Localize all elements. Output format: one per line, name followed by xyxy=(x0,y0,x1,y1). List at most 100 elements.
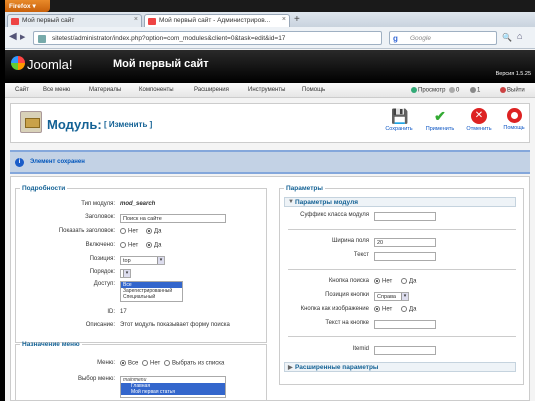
suffix-input[interactable] xyxy=(374,212,436,221)
button-text-input[interactable] xyxy=(374,320,436,329)
save-icon: 💾 xyxy=(391,108,409,124)
position-row: Позиция: top ▾ xyxy=(16,256,268,266)
menu-item-site[interactable]: Сайт xyxy=(15,87,29,93)
menus-all[interactable]: Все xyxy=(120,360,138,367)
menu-list-item[interactable]: Мой первая статья xyxy=(121,389,225,395)
image-button-no[interactable]: Нет xyxy=(374,306,392,313)
description-value: Этот модуль показывает форму поиска xyxy=(120,322,230,328)
browser-tab-1[interactable]: Мой первый сайт × xyxy=(7,14,142,27)
new-tab-button[interactable]: + xyxy=(294,14,300,25)
menu-item-components[interactable]: Компоненты xyxy=(139,87,174,93)
system-message: i Элемент сохранен xyxy=(10,150,530,174)
messages-count: 0 xyxy=(456,87,460,94)
parameters-legend: Параметры xyxy=(286,185,323,192)
button-position-label: Позиция кнопки xyxy=(325,292,369,298)
id-row: ID: 17 xyxy=(16,309,268,319)
page-subtitle: [ Изменить ] xyxy=(104,120,153,129)
show-title-row: Показать заголовок: Нет Да xyxy=(16,228,268,238)
menus-row: Меню: Все Нет Выбрать из списка xyxy=(16,360,268,370)
preview-icon xyxy=(411,87,417,93)
browser-tab-2[interactable]: Мой первый сайт - Администриров... × xyxy=(144,14,290,27)
width-input[interactable]: 20 xyxy=(374,238,436,247)
access-listbox[interactable]: Все Зарегистрированный Специальный xyxy=(120,281,183,302)
type-value: mod_search xyxy=(120,201,156,207)
radio-label: Нет xyxy=(128,228,139,235)
search-button-yes[interactable]: Да xyxy=(401,278,416,285)
image-button-yes[interactable]: Да xyxy=(401,306,416,313)
advanced-parameters-panel[interactable]: ▶ Расширенные параметры xyxy=(284,362,516,372)
cancel-label: Отменить xyxy=(466,126,492,132)
forward-icon[interactable]: ▶ xyxy=(20,33,25,41)
radio-checked-icon xyxy=(374,306,380,312)
menu-item-tools[interactable]: Инструменты xyxy=(248,87,285,93)
google-icon: g xyxy=(393,34,398,43)
chevron-down-icon: ▾ xyxy=(157,257,164,264)
id-value: 17 xyxy=(120,309,127,315)
home-icon[interactable]: ⌂ xyxy=(517,31,522,41)
module-icon xyxy=(20,111,42,133)
order-select[interactable]: ▾ xyxy=(120,269,131,278)
messages-link[interactable]: 0 xyxy=(449,87,459,94)
cancel-button[interactable]: ✕ Отменить xyxy=(461,108,497,132)
menu-item-content[interactable]: Материалы xyxy=(89,87,121,93)
edit-form: Подробности Тип модуля: mod_search Загол… xyxy=(10,176,530,401)
search-button-no[interactable]: Нет xyxy=(374,278,392,285)
tab-strip: Мой первый сайт × Мой первый сайт - Адми… xyxy=(5,12,535,27)
itemid-row: Itemid xyxy=(280,346,525,356)
help-button[interactable]: Помощь xyxy=(496,108,532,131)
toolbar: Модуль: [ Изменить ] 💾 Сохранить ✔ Приме… xyxy=(10,103,530,143)
image-button-label: Кнопка как изображение xyxy=(300,306,369,312)
menu-select-label: Выбор меню: xyxy=(77,376,115,382)
messages-icon xyxy=(449,87,455,93)
menu-item-menus[interactable]: Все меню xyxy=(43,87,70,93)
firefox-menu-button[interactable]: Firefox ▾ xyxy=(5,0,50,12)
close-tab-icon[interactable]: × xyxy=(134,16,138,23)
show-title-yes[interactable]: Да xyxy=(146,228,161,235)
radio-icon xyxy=(401,278,407,284)
itemid-label: Itemid xyxy=(352,346,369,352)
users-link[interactable]: 1 xyxy=(470,87,480,94)
search-magnifier-icon[interactable]: 🔍 xyxy=(502,33,512,42)
title-input[interactable]: Поиск на сайте xyxy=(120,214,226,223)
itemid-input[interactable] xyxy=(374,346,436,355)
button-position-value: Справа xyxy=(377,294,396,300)
firefox-menu-label: Firefox xyxy=(9,3,31,10)
collapse-arrow-icon: ▶ xyxy=(288,365,293,371)
menu-item-help[interactable]: Помощь xyxy=(302,87,325,93)
save-button[interactable]: 💾 Сохранить xyxy=(381,108,417,132)
search-box[interactable]: g Google xyxy=(389,31,497,45)
position-select[interactable]: top ▾ xyxy=(120,256,165,265)
version-label: Версия 1.5.25 xyxy=(495,71,531,77)
back-icon[interactable]: ◀ xyxy=(9,31,17,42)
close-tab-icon[interactable]: × xyxy=(282,16,286,23)
button-text-row: Текст на кнопке xyxy=(280,320,525,330)
favicon-icon xyxy=(11,18,19,25)
divider xyxy=(288,336,516,337)
show-title-no[interactable]: Нет xyxy=(120,228,138,235)
help-label: Помощь xyxy=(503,125,525,131)
radio-label: Нет xyxy=(382,306,393,313)
text-label: Текст xyxy=(353,252,369,258)
menus-none[interactable]: Нет xyxy=(142,360,160,367)
menus-select[interactable]: Выбрать из списка xyxy=(164,360,224,367)
access-option[interactable]: Специальный xyxy=(121,294,182,300)
menu-item-extensions[interactable]: Расширения xyxy=(194,87,229,93)
menu-listbox[interactable]: mainmenu Главная Мой первая статья xyxy=(120,376,226,398)
apply-checkmark-icon: ✔ xyxy=(434,108,446,124)
preview-link[interactable]: Просмотр xyxy=(411,87,445,94)
type-row: Тип модуля: mod_search xyxy=(16,201,268,211)
suffix-label: Суффикс класса модуля xyxy=(300,212,369,218)
address-bar[interactable]: sitetest/administrator/index.php?option=… xyxy=(33,31,382,45)
module-parameters-panel[interactable]: ▼ Параметры модуля xyxy=(284,197,516,207)
button-position-row: Позиция кнопки Справа ▾ xyxy=(280,292,525,302)
radio-checked-icon xyxy=(146,242,152,248)
navigation-bar: ◀ ▶ sitetest/administrator/index.php?opt… xyxy=(5,27,535,49)
apply-button[interactable]: ✔ Применить xyxy=(422,108,458,132)
logout-link[interactable]: Выйти xyxy=(500,87,525,94)
enabled-no[interactable]: Нет xyxy=(120,242,138,249)
button-position-select[interactable]: Справа ▾ xyxy=(374,292,409,301)
cancel-icon: ✕ xyxy=(471,108,487,124)
enabled-yes[interactable]: Да xyxy=(146,242,161,249)
radio-label: Да xyxy=(409,278,417,285)
text-input[interactable] xyxy=(374,252,436,261)
